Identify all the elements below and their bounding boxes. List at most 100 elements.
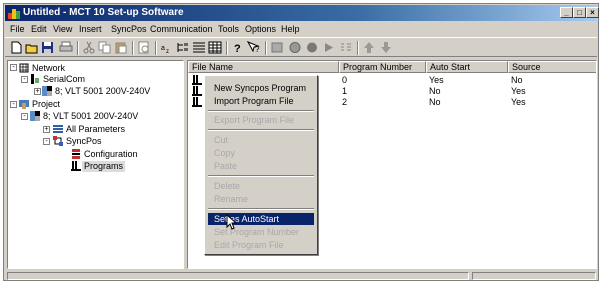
program-number-cell: 2	[342, 97, 348, 107]
menu-communication[interactable]: Communication	[150, 24, 213, 34]
drive-icon	[42, 86, 52, 96]
column-program-number[interactable]: Program Number	[339, 61, 426, 73]
menu-file[interactable]: File	[10, 24, 25, 34]
programs-icon	[71, 161, 81, 171]
disconnect-icon[interactable]	[288, 41, 302, 54]
program-number-cell: 1	[342, 86, 348, 96]
up-icon[interactable]	[362, 41, 376, 54]
sort-icon[interactable]: az	[160, 41, 174, 54]
svg-text:a: a	[161, 45, 165, 52]
svg-text:?: ?	[255, 45, 260, 54]
column-file-name[interactable]: File Name	[188, 61, 339, 73]
menu-set-as-autostart[interactable]: Set as AutoStart	[208, 213, 314, 225]
network-icon	[19, 63, 29, 73]
open-icon[interactable]	[25, 41, 39, 54]
menu-bar: File Edit View Insert SyncPos Communicat…	[5, 22, 597, 36]
collapse-network[interactable]: -	[10, 64, 17, 71]
maximize-button[interactable]: □	[573, 7, 586, 18]
grid-icon[interactable]	[208, 41, 222, 54]
main-window: Untitled - MCT 10 Set-up Software _ □ × …	[3, 3, 599, 281]
svg-text:?: ?	[234, 43, 241, 54]
auto-start-cell: No	[429, 86, 441, 96]
tree-all-parameters[interactable]: All Parameters	[66, 124, 125, 135]
context-help-icon[interactable]: ?	[247, 41, 261, 54]
syncpos-icon	[53, 136, 63, 146]
context-menu: New Syncpos Program Import Program File …	[204, 75, 318, 255]
menu-syncpos[interactable]: SyncPos	[111, 24, 147, 34]
menu-help[interactable]: Help	[281, 24, 300, 34]
status-panel	[7, 272, 469, 280]
parameters-icon	[53, 125, 63, 133]
expand-drive1[interactable]: +	[34, 88, 41, 95]
tree-drive-project[interactable]: 8; VLT 5001 200V-240V	[43, 111, 138, 122]
project-tree[interactable]: - Network - SerialCom + 8; VLT 5001 200V…	[7, 60, 184, 269]
column-auto-start[interactable]: Auto Start	[426, 61, 508, 73]
menu-import-program-file[interactable]: Import Program File	[208, 95, 314, 107]
close-button[interactable]: ×	[586, 7, 599, 18]
program-file-icon	[192, 86, 202, 96]
app-icon	[8, 9, 20, 19]
collapse-drive2[interactable]: -	[21, 113, 28, 120]
collapse-syncpos[interactable]: -	[43, 138, 50, 145]
menu-cut: Cut	[214, 135, 229, 145]
menu-copy: Copy	[214, 148, 236, 158]
menu-separator	[208, 110, 314, 112]
run-icon[interactable]	[322, 41, 336, 54]
status-bar	[5, 272, 597, 280]
menu-separator	[208, 175, 314, 177]
menu-insert[interactable]: Insert	[79, 24, 102, 34]
collapse-project[interactable]: -	[10, 101, 17, 108]
column-source[interactable]: Source	[508, 61, 596, 73]
tree-programs[interactable]: Programs	[82, 161, 126, 172]
tree-icon[interactable]	[176, 41, 190, 54]
serialcom-icon	[31, 74, 39, 84]
menu-tools[interactable]: Tools	[218, 24, 239, 34]
scan-icon[interactable]	[339, 41, 353, 54]
tree-serialcom[interactable]: SerialCom	[43, 74, 85, 85]
title-bar[interactable]: Untitled - MCT 10 Set-up Software _ □ ×	[5, 5, 599, 21]
collapse-serialcom[interactable]: -	[21, 76, 28, 83]
tree-drive-network[interactable]: 8; VLT 5001 200V-240V	[55, 86, 150, 97]
menu-rename: Rename	[214, 194, 249, 204]
new-icon[interactable]	[9, 41, 23, 54]
print-preview-icon[interactable]	[137, 41, 151, 54]
down-icon[interactable]	[379, 41, 393, 54]
list-header: File Name Program Number Auto Start Sour…	[188, 61, 596, 73]
connect-icon[interactable]	[270, 41, 284, 54]
project-icon	[19, 100, 29, 109]
auto-start-cell: No	[429, 97, 441, 107]
menu-new-syncpos-program[interactable]: New Syncpos Program	[208, 82, 314, 94]
menu-set-program-number: Set Program Number	[214, 227, 300, 237]
tree-syncpos[interactable]: SyncPos	[66, 136, 102, 147]
menu-edit[interactable]: Edit	[31, 24, 47, 34]
program-number-cell: 0	[342, 75, 348, 85]
minimize-button[interactable]: _	[560, 7, 573, 18]
source-cell: Yes	[511, 97, 526, 107]
toolbar: az ? ?	[5, 37, 597, 57]
tree-network[interactable]: Network	[32, 63, 65, 74]
menu-delete: Delete	[214, 181, 241, 191]
mouse-cursor-icon	[226, 214, 238, 230]
cut-icon[interactable]	[82, 41, 96, 54]
paste-icon[interactable]	[114, 41, 128, 54]
svg-text:z: z	[166, 49, 169, 54]
details-icon[interactable]	[192, 41, 206, 54]
help-icon[interactable]: ?	[231, 41, 245, 54]
copy-icon[interactable]	[98, 41, 112, 54]
menu-edit-program-file: Edit Program File	[214, 240, 284, 250]
status-panel	[472, 272, 596, 280]
menu-separator	[208, 129, 314, 131]
menu-options[interactable]: Options	[245, 24, 276, 34]
window-title: Untitled - MCT 10 Set-up Software	[23, 7, 184, 18]
drive-icon	[30, 111, 40, 121]
print-icon[interactable]	[59, 41, 73, 54]
configuration-icon	[72, 149, 80, 159]
stop-icon[interactable]	[305, 41, 319, 54]
menu-paste: Paste	[214, 161, 238, 171]
save-icon[interactable]	[41, 41, 55, 54]
tree-project[interactable]: Project	[32, 99, 60, 110]
menu-view[interactable]: View	[53, 24, 72, 34]
tree-configuration[interactable]: Configuration	[84, 149, 138, 160]
expand-all-parameters[interactable]: +	[43, 126, 50, 133]
program-file-icon	[192, 97, 202, 107]
